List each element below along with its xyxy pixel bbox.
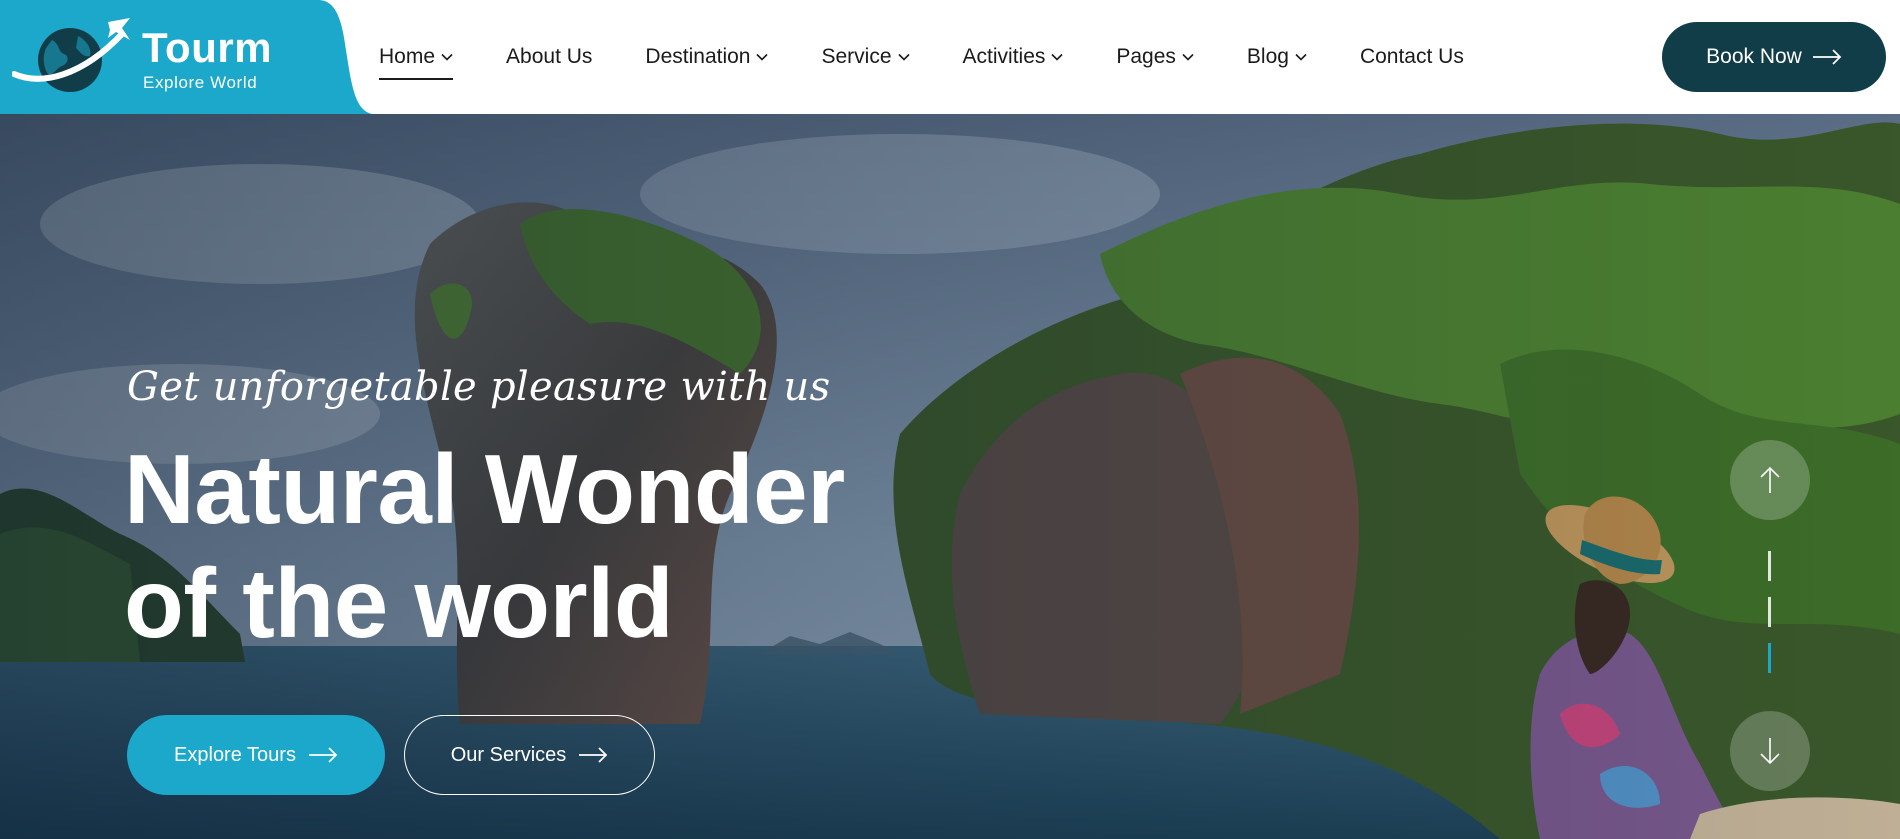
slider-dot-active[interactable] bbox=[1768, 643, 1771, 673]
nav-item-label: Destination bbox=[645, 45, 751, 68]
slider-dot[interactable] bbox=[1768, 551, 1771, 581]
nav-item-blog[interactable]: Blog bbox=[1247, 0, 1307, 114]
slider-pagination bbox=[1768, 551, 1772, 691]
site-header: Tourm Explore World Home About Us Destin… bbox=[0, 0, 1900, 114]
slider-next-button[interactable] bbox=[1730, 711, 1810, 791]
hero-headline-line-2: of the world bbox=[124, 548, 674, 658]
nav-item-service[interactable]: Service bbox=[821, 0, 910, 114]
nav-item-home[interactable]: Home bbox=[379, 0, 454, 114]
hero-tagline: Get unforgetable pleasure with us bbox=[127, 364, 831, 410]
nav-item-label: Service bbox=[821, 45, 892, 68]
nav-item-label: Home bbox=[379, 45, 436, 68]
book-now-label: Book Now bbox=[1706, 45, 1802, 68]
main-nav: Home About Us Destination Service Activi… bbox=[379, 0, 1464, 114]
nav-item-label: About Us bbox=[506, 45, 593, 68]
nav-item-activities[interactable]: Activities bbox=[963, 0, 1064, 114]
brand-name: Tourm bbox=[142, 24, 273, 71]
globe-plane-icon bbox=[12, 18, 130, 92]
hero-headline-line-1: Natural Wonder bbox=[124, 434, 845, 544]
nav-item-contact-us[interactable]: Contact Us bbox=[1360, 0, 1464, 114]
our-services-label: Our Services bbox=[450, 743, 567, 766]
nav-item-label: Blog bbox=[1246, 45, 1289, 68]
arrow-right-icon bbox=[308, 747, 338, 763]
explore-tours-label: Explore Tours bbox=[174, 743, 296, 766]
chevron-down-icon bbox=[756, 53, 769, 61]
chevron-down-icon bbox=[441, 53, 453, 61]
hero-headline: Natural Wonder of the world bbox=[124, 432, 845, 660]
arrow-down-icon bbox=[1760, 738, 1780, 765]
brand-tagline: Explore World bbox=[143, 73, 258, 92]
nav-item-destination[interactable]: Destination bbox=[645, 0, 769, 114]
chevron-down-icon bbox=[1051, 53, 1063, 61]
our-services-button[interactable]: Our Services bbox=[404, 715, 655, 795]
slider-dot[interactable] bbox=[1768, 597, 1771, 627]
slider-prev-button[interactable] bbox=[1730, 440, 1810, 520]
chevron-down-icon bbox=[1182, 53, 1194, 61]
nav-item-label: Contact Us bbox=[1359, 45, 1464, 68]
nav-item-about-us[interactable]: About Us bbox=[506, 0, 592, 114]
chevron-down-icon bbox=[1295, 53, 1307, 61]
arrow-up-icon bbox=[1760, 466, 1780, 493]
hero-banner: Get unforgetable pleasure with us Natura… bbox=[0, 114, 1900, 839]
nav-item-pages[interactable]: Pages bbox=[1116, 0, 1194, 114]
book-now-button[interactable]: Book Now bbox=[1662, 22, 1886, 92]
nav-item-label: Pages bbox=[1116, 45, 1176, 68]
arrow-right-icon bbox=[579, 747, 608, 763]
chevron-down-icon bbox=[897, 53, 910, 61]
explore-tours-button[interactable]: Explore Tours bbox=[127, 715, 385, 795]
arrow-right-icon bbox=[1812, 49, 1842, 65]
logo[interactable]: Tourm Explore World bbox=[0, 0, 372, 114]
nav-item-label: Activities bbox=[962, 45, 1046, 68]
